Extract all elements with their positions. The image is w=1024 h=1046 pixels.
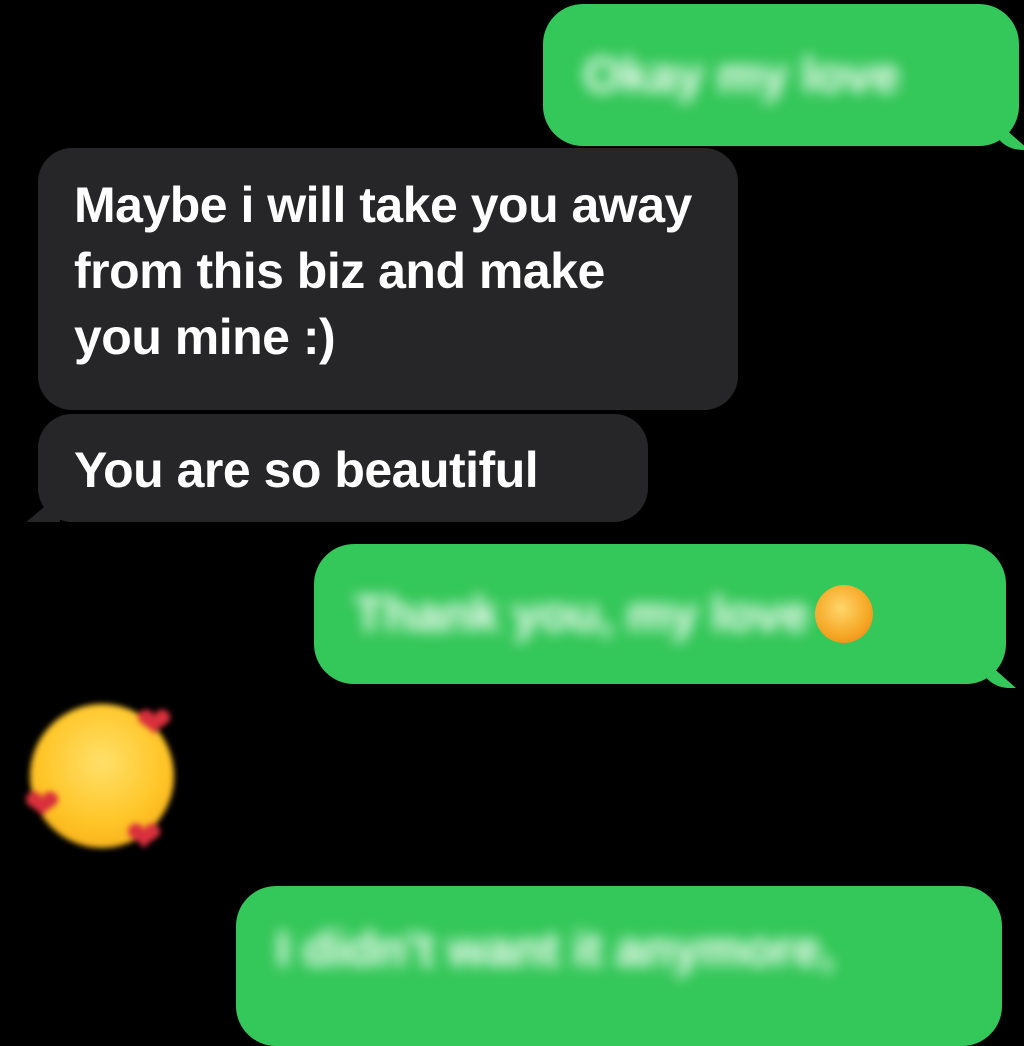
heart-icon: ❤ [23,781,61,830]
heart-icon: ❤ [125,813,163,862]
sent-message-bubble[interactable]: I didn't want it anymore, [236,886,1002,1046]
sent-message-bubble[interactable]: Thank you, my love [314,544,1016,688]
received-message-bubble[interactable]: Maybe i will take you away from this biz… [38,148,738,410]
blushing-face-icon [815,585,874,643]
received-message-text: You are so beautiful [74,442,539,498]
received-message-text: Maybe i will take you away from this biz… [74,177,692,365]
bubble-tail [982,658,1016,688]
sent-message-text: Thank you, my love [354,586,810,642]
bubble-tail [995,120,1024,150]
sent-message-text: Okay my love [583,47,900,103]
sent-message-bubble[interactable]: Okay my love [543,4,1024,150]
received-message-bubble[interactable]: You are so beautiful [26,414,648,522]
message-thread: Okay my love Maybe i will take you away … [0,0,1024,1046]
bubble-tail [26,494,60,522]
smiling-face-with-hearts-icon[interactable]: ❤ ❤ ❤ [22,700,182,860]
heart-icon: ❤ [135,699,173,748]
sent-message-text: I didn't want it anymore, [276,921,834,977]
